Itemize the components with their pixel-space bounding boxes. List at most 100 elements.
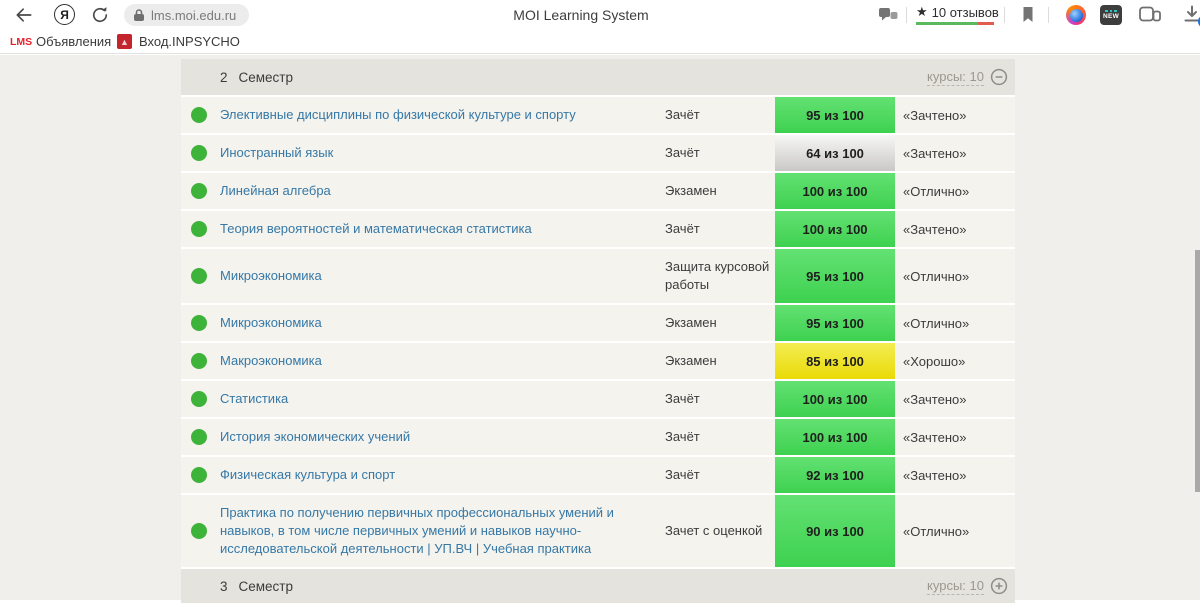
status-cell (181, 135, 220, 171)
semester-3-header: 3 Семестр курсы: 10 (181, 567, 1015, 603)
new-icon-dots (1105, 9, 1117, 13)
assessment-type: Зачёт (665, 107, 700, 122)
grade-text: «Зачтено» (903, 221, 967, 237)
yandex-letter: Я (60, 7, 69, 22)
score-text: 100 из 100 (802, 429, 868, 445)
score-badge: 85 из 100 (775, 343, 895, 379)
course-link[interactable]: Иностранный язык (220, 144, 333, 162)
course-link[interactable]: Теория вероятностей и математическая ста… (220, 220, 532, 238)
score-text: 90 из 100 (806, 523, 864, 539)
extension-new-icon[interactable]: NEW (1100, 5, 1122, 25)
assessment-type: Экзамен (665, 315, 717, 330)
assessment-type: Зачет с оценкой (665, 523, 763, 538)
yandex-button[interactable]: Я (54, 4, 75, 25)
score-badge: 95 из 100 (775, 305, 895, 341)
refresh-button[interactable] (90, 5, 110, 25)
site-reviews-icon[interactable] (878, 6, 898, 24)
address-bar[interactable]: lms.moi.edu.ru (124, 4, 249, 26)
score-text: 100 из 100 (802, 391, 868, 407)
score-text: 85 из 100 (806, 353, 864, 369)
bookmark-item-announcements[interactable]: Объявления (36, 34, 111, 49)
reviews-rating[interactable]: ★ 10 отзывов (916, 4, 999, 25)
course-link[interactable]: Линейная алгебра (220, 182, 331, 200)
status-dot-icon (191, 107, 207, 123)
courses-count-link[interactable]: курсы: 10 (927, 578, 984, 595)
course-link[interactable]: Элективные дисциплины по физической куль… (220, 106, 576, 124)
course-name-cell: Элективные дисциплины по физической куль… (220, 97, 665, 133)
course-link[interactable]: Физическая культура и спорт (220, 466, 395, 484)
grade-text: «Отлично» (903, 183, 970, 199)
assessment-type: Зачёт (665, 467, 700, 482)
course-row: Элективные дисциплины по физической куль… (181, 95, 1015, 133)
url-text: lms.moi.edu.ru (151, 7, 237, 23)
assessment-type: Зачёт (665, 429, 700, 444)
page-title: MOI Learning System (513, 7, 649, 23)
courses-count-link[interactable]: курсы: 10 (927, 69, 984, 86)
semester-title: Семестр (238, 578, 294, 594)
status-dot-icon (191, 183, 207, 199)
score-badge: 95 из 100 (775, 249, 895, 303)
star-icon: ★ (916, 4, 928, 19)
semester-2-header: 2 Семестр курсы: 10 (181, 59, 1015, 95)
course-name-cell: Макроэкономика (220, 343, 665, 379)
course-name-cell: Физическая культура и спорт (220, 457, 665, 493)
score-text: 100 из 100 (802, 221, 868, 237)
score-badge: 100 из 100 (775, 211, 895, 247)
course-row: Теория вероятностей и математическая ста… (181, 209, 1015, 247)
toolbar-separator (906, 7, 907, 23)
score-badge: 100 из 100 (775, 173, 895, 209)
bookmark-item-inpsycho[interactable]: Вход.INPSYCHO (139, 34, 240, 49)
score-badge: 92 из 100 (775, 457, 895, 493)
grade-text: «Зачтено» (903, 429, 967, 445)
score-badge: 95 из 100 (775, 97, 895, 133)
download-icon[interactable]: 2 (1182, 4, 1200, 28)
grade-text: «Хорошо» (903, 353, 966, 369)
grade-text: «Отлично» (903, 523, 970, 539)
status-cell (181, 343, 220, 379)
rating-bar (916, 22, 994, 25)
course-name-cell: Микроэкономика (220, 249, 665, 303)
status-cell (181, 457, 220, 493)
course-row: Статистика Зачёт 100 из 100 «Зачтено» (181, 379, 1015, 417)
scrollbar-thumb[interactable] (1195, 250, 1200, 492)
course-row: Микроэкономика Экзамен 95 из 100 «Отличн… (181, 303, 1015, 341)
status-dot-icon (191, 523, 207, 539)
course-row: Иностранный язык Зачёт 64 из 100 «Зачтен… (181, 133, 1015, 171)
status-dot-icon (191, 315, 207, 331)
grade-text: «Зачтено» (903, 145, 967, 161)
course-name-cell: Статистика (220, 381, 665, 417)
status-cell (181, 495, 220, 567)
expand-icon[interactable] (990, 577, 1008, 595)
status-cell (181, 97, 220, 133)
collapse-icon[interactable] (990, 68, 1008, 86)
course-row: Линейная алгебра Экзамен 100 из 100 «Отл… (181, 171, 1015, 209)
grades-table: 2 Семестр курсы: 10 Элективные дисциплин… (181, 59, 1015, 603)
course-link[interactable]: Макроэкономика (220, 352, 322, 370)
course-row: Микроэкономика Защита курсовой работы 95… (181, 247, 1015, 303)
back-button[interactable] (14, 5, 34, 25)
course-name-cell: Микроэкономика (220, 305, 665, 341)
course-link[interactable]: Статистика (220, 390, 288, 408)
course-link[interactable]: Микроэкономика (220, 314, 322, 332)
score-text: 92 из 100 (806, 467, 864, 483)
score-badge: 100 из 100 (775, 419, 895, 455)
extension-browser-icon[interactable] (1066, 5, 1086, 25)
score-text: 95 из 100 (806, 268, 864, 284)
status-cell (181, 173, 220, 209)
status-dot-icon (191, 429, 207, 445)
score-text: 95 из 100 (806, 315, 864, 331)
score-badge: 90 из 100 (775, 495, 895, 567)
course-name-cell: Линейная алгебра (220, 173, 665, 209)
assessment-type: Зачёт (665, 391, 700, 406)
lock-icon (133, 8, 145, 22)
course-link[interactable]: Микроэкономика (220, 267, 322, 285)
status-dot-icon (191, 221, 207, 237)
course-link[interactable]: Практика по получению первичных професси… (220, 504, 615, 558)
status-dot-icon (191, 467, 207, 483)
tab-groups-icon[interactable] (1139, 6, 1161, 24)
course-link[interactable]: История экономических учений (220, 428, 410, 446)
bookmark-icon[interactable] (1021, 6, 1035, 23)
status-cell (181, 249, 220, 303)
status-dot-icon (191, 268, 207, 284)
assessment-type: Экзамен (665, 183, 717, 198)
